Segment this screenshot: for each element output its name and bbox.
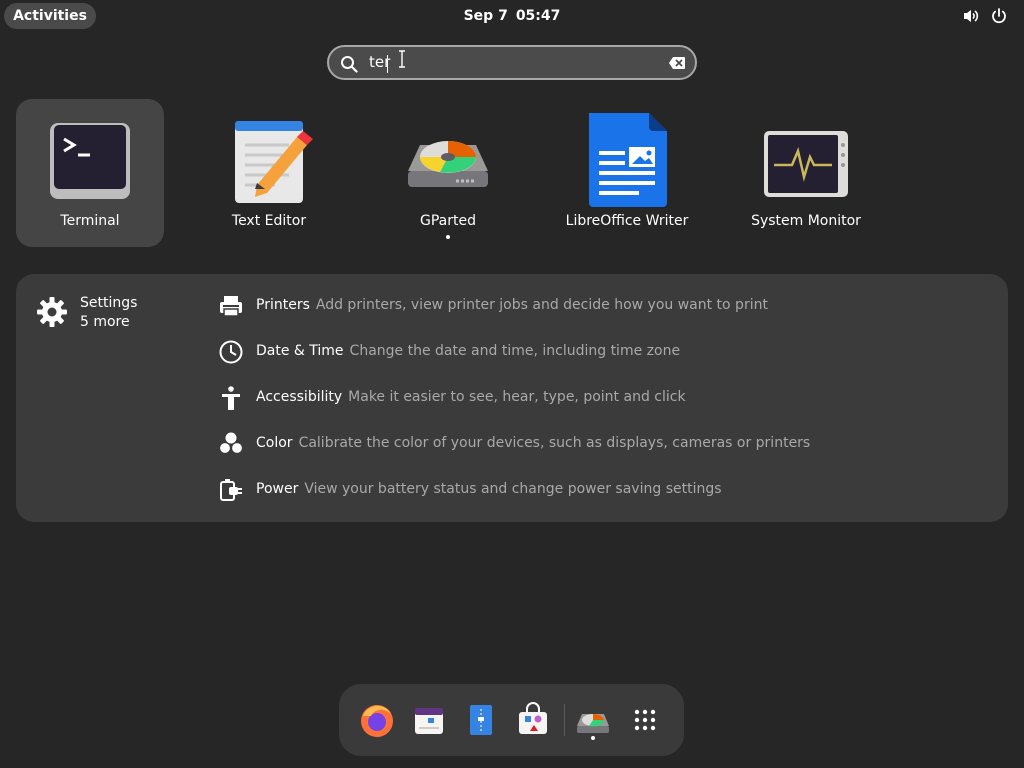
color-icon — [218, 432, 244, 455]
gparted-icon[interactable] — [573, 700, 613, 740]
app-text-editor[interactable]: Text Editor — [195, 99, 343, 247]
text-caret — [387, 55, 388, 73]
app-label: System Monitor — [751, 213, 861, 229]
gparted-icon — [408, 141, 488, 187]
search-icon — [341, 56, 358, 73]
libreoffice-writer-icon — [589, 113, 667, 207]
result-title: Printers — [256, 297, 310, 313]
dash — [339, 684, 684, 756]
ibeam-cursor-icon — [399, 50, 405, 68]
clock-date: Sep 7 — [463, 8, 508, 24]
app-system-monitor[interactable]: System Monitor — [732, 99, 880, 247]
app-gparted[interactable]: GParted — [374, 99, 522, 247]
show-apps-grid-icon[interactable] — [625, 700, 665, 740]
result-title: Color — [256, 435, 293, 451]
settings-results-panel: Settings 5 more Printers Add printers, vi… — [16, 274, 1008, 522]
power-icon[interactable] — [990, 8, 1008, 24]
accessibility-icon — [222, 386, 240, 410]
top-bar: Activities Sep 7 05:47 — [0, 0, 1024, 32]
clock[interactable]: Sep 7 05:47 — [412, 0, 612, 32]
app-libreoffice-writer[interactable]: LibreOffice Writer — [553, 99, 701, 247]
clear-search-icon[interactable] — [668, 55, 686, 71]
provider-more-count[interactable]: 5 more — [80, 314, 130, 330]
result-accessibility[interactable]: Accessibility Make it easier to see, hear… — [218, 383, 978, 413]
app-label: Text Editor — [231, 213, 307, 229]
power-plug-icon — [220, 479, 242, 501]
software-icon[interactable] — [513, 700, 553, 740]
result-title: Accessibility — [256, 389, 343, 405]
clock-icon — [219, 340, 243, 364]
result-color[interactable]: Color Calibrate the color of your devices… — [218, 429, 978, 459]
app-label: LibreOffice Writer — [565, 213, 689, 229]
calendar-icon[interactable] — [409, 700, 449, 740]
volume-icon[interactable] — [962, 8, 980, 24]
running-indicator — [591, 736, 595, 740]
result-description: Change the date and time, including time… — [349, 343, 681, 359]
search-entry[interactable]: ter — [327, 45, 697, 80]
app-label: GParted — [420, 213, 476, 229]
result-title: Power — [256, 481, 299, 497]
result-title: Date & Time — [256, 343, 344, 359]
result-description: Add printers, view printer jobs and deci… — [315, 297, 768, 313]
system-monitor-icon — [764, 131, 848, 197]
app-terminal[interactable]: Terminal — [16, 99, 164, 247]
terminal-icon — [50, 123, 130, 199]
running-indicator — [446, 235, 450, 239]
result-description: Make it easier to see, hear, type, point… — [348, 389, 686, 405]
firefox-icon[interactable] — [357, 700, 397, 740]
result-description: View your battery status and change powe… — [304, 481, 722, 497]
activities-button[interactable]: Activities — [4, 3, 96, 29]
gear-icon[interactable] — [36, 296, 68, 328]
result-date-time[interactable]: Date & Time Change the date and time, inc… — [218, 337, 978, 367]
dash-separator — [564, 704, 565, 736]
files-icon[interactable] — [461, 700, 501, 740]
printer-icon — [220, 296, 242, 317]
provider-name[interactable]: Settings — [80, 295, 137, 311]
app-label: Terminal — [60, 213, 120, 229]
result-description: Calibrate the color of your devices, suc… — [298, 435, 811, 451]
text-editor-icon — [235, 121, 313, 203]
clock-time: 05:47 — [515, 8, 561, 24]
result-power[interactable]: Power View your battery status and change… — [218, 475, 978, 505]
result-printers[interactable]: Printers Add printers, view printer jobs … — [218, 291, 978, 321]
